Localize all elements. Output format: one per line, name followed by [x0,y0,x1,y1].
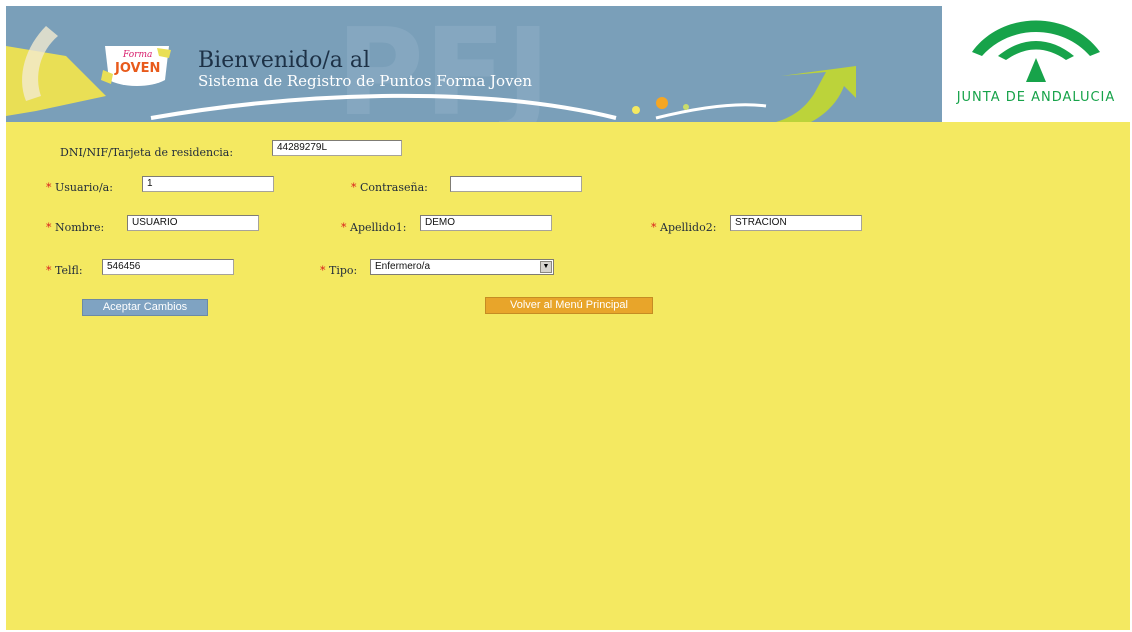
tipo-label-text: Tipo: [329,264,358,277]
telf-label: * Telfl: [46,264,83,277]
page: PFJ Forma JOVEN Bienvenido/a al Sistema … [6,6,1130,630]
apellido1-field[interactable]: DEMO [420,215,552,231]
apellido1-label: * Apellido1: [341,221,406,234]
aceptar-cambios-button[interactable]: Aceptar Cambios [82,299,208,316]
apellido2-label-text: Apellido2: [660,221,717,234]
required-mark: * [320,264,326,277]
dropdown-arrow-icon[interactable]: ▼ [540,261,552,273]
telf-field[interactable]: 546456 [102,259,234,275]
usuario-label-text: Usuario/a: [55,181,113,194]
welcome-title: Bienvenido/a al [198,48,371,73]
required-mark: * [46,181,52,194]
nombre-label-text: Nombre: [55,221,105,234]
apellido2-label: * Apellido2: [651,221,716,234]
header-banner: PFJ Forma JOVEN Bienvenido/a al Sistema … [6,6,1130,122]
required-mark: * [341,221,347,234]
tipo-label: * Tipo: [320,264,357,277]
contrasena-field[interactable] [450,176,582,192]
tipo-select[interactable]: Enfermero/a ▼ [370,259,554,275]
usuario-label: * Usuario/a: [46,181,113,194]
logo-text-bottom: JOVEN [115,61,161,76]
required-mark: * [651,221,657,234]
dni-field[interactable]: 44289279L [272,140,402,156]
apellido2-field[interactable]: STRACION [730,215,862,231]
junta-label: JUNTA DE ANDALUCIA [956,90,1116,105]
nombre-field[interactable]: USUARIO [127,215,259,231]
junta-andalucia-logo: JUNTA DE ANDALUCIA [942,6,1130,122]
system-subtitle: Sistema de Registro de Puntos Forma Jove… [198,72,533,90]
logo-text-top: Forma [123,50,153,60]
apellido1-label-text: Apellido1: [350,221,407,234]
junta-emblem-icon [972,20,1100,82]
dni-label: DNI/NIF/Tarjeta de residencia: [60,146,234,159]
usuario-field[interactable]: 1 [142,176,274,192]
required-mark: * [46,221,52,234]
required-mark: * [46,264,52,277]
volver-menu-principal-button[interactable]: Volver al Menú Principal [485,297,653,314]
tipo-select-value: Enfermero/a [375,261,431,272]
contrasena-label: * Contraseña: [351,181,428,194]
telf-label-text: Telfl: [55,264,83,277]
nombre-label: * Nombre: [46,221,104,234]
required-mark: * [351,181,357,194]
contrasena-label-text: Contraseña: [360,181,428,194]
forma-joven-logo: Forma JOVEN [101,40,173,90]
